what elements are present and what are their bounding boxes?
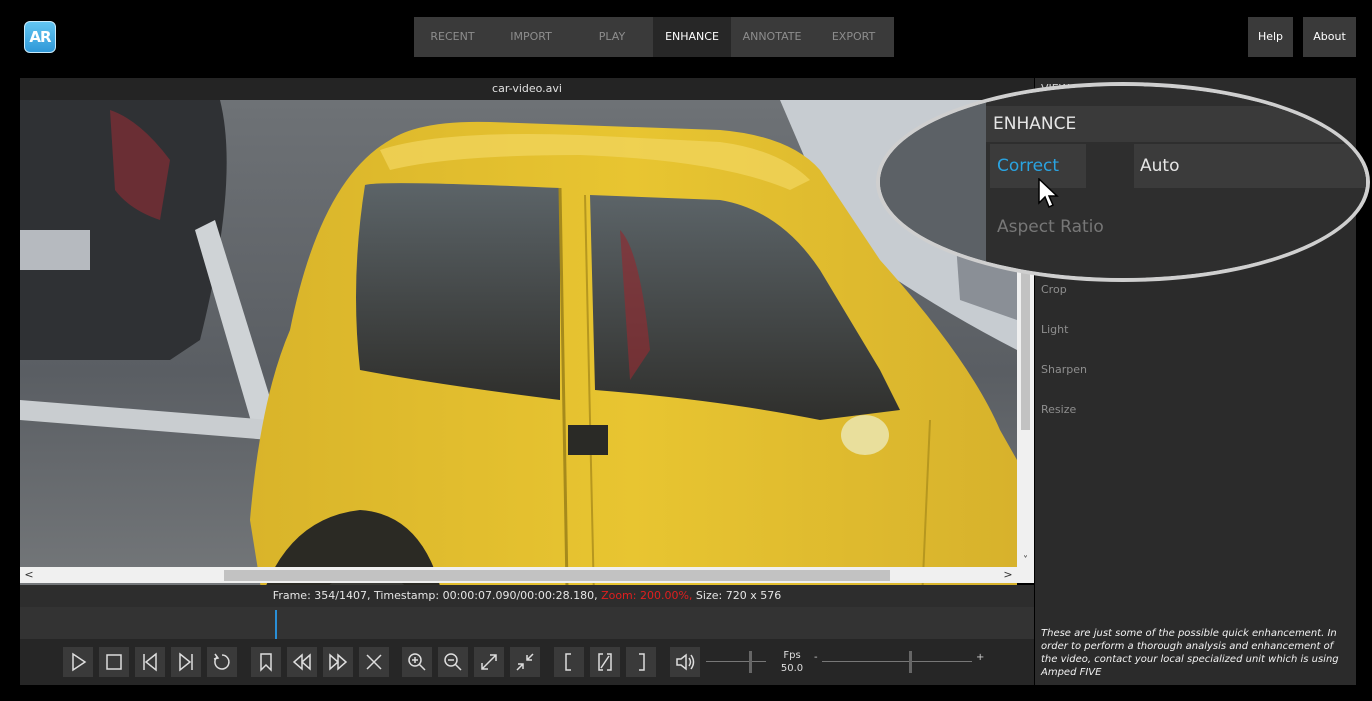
loop-button[interactable] bbox=[207, 647, 237, 677]
scrollbar-corner bbox=[1017, 567, 1034, 583]
previous-frame-button[interactable] bbox=[135, 647, 165, 677]
help-button[interactable]: Help bbox=[1248, 17, 1293, 57]
zoom-in-icon bbox=[408, 653, 426, 671]
zoom-info: Zoom: 200.00%, bbox=[601, 589, 693, 602]
mark-range-icon bbox=[598, 653, 612, 671]
zoom-out-icon bbox=[444, 653, 462, 671]
stop-button[interactable] bbox=[99, 647, 129, 677]
playback-controls: Fps 50.0 - + bbox=[20, 639, 1034, 685]
enhance-header: ENHANCE bbox=[986, 106, 1366, 142]
fps-display: Fps 50.0 bbox=[772, 649, 812, 675]
magnified-video-edge bbox=[880, 86, 988, 278]
rewind-button[interactable] bbox=[287, 647, 317, 677]
mark-in-icon bbox=[565, 653, 571, 671]
zoom-in-button[interactable] bbox=[402, 647, 432, 677]
bookmark-button[interactable] bbox=[251, 647, 281, 677]
app-logo: AR bbox=[24, 21, 56, 53]
main-navigation: RECENT IMPORT PLAY ENHANCE ANNOTATE EXPO… bbox=[414, 17, 894, 57]
previous-frame-icon bbox=[143, 652, 157, 672]
close-button[interactable] bbox=[359, 647, 389, 677]
mark-out-icon bbox=[639, 653, 645, 671]
size-info: Size: 720 x 576 bbox=[695, 589, 782, 602]
about-button[interactable]: About bbox=[1303, 17, 1356, 57]
mark-out-button[interactable] bbox=[626, 647, 656, 677]
speed-plus[interactable]: + bbox=[976, 652, 984, 663]
loop-icon bbox=[213, 653, 230, 670]
fit-to-window-button[interactable] bbox=[474, 647, 504, 677]
scroll-left-arrow[interactable]: < bbox=[22, 567, 36, 583]
car-video-frame-image bbox=[20, 100, 1017, 645]
actual-size-icon bbox=[516, 653, 534, 671]
frame-status-bar: Frame: 354/1407, Timestamp: 00:00:07.090… bbox=[20, 585, 1034, 607]
fast-forward-icon bbox=[329, 653, 348, 671]
volume-button[interactable] bbox=[670, 647, 700, 677]
fast-forward-button[interactable] bbox=[323, 647, 353, 677]
app-window: AR RECENT IMPORT PLAY ENHANCE ANNOTATE E… bbox=[0, 0, 1372, 701]
stop-icon bbox=[106, 654, 122, 670]
mark-in-button[interactable] bbox=[554, 647, 584, 677]
speed-minus[interactable]: - bbox=[814, 652, 818, 663]
tab-play[interactable]: PLAY bbox=[571, 17, 653, 57]
next-frame-icon bbox=[179, 652, 193, 672]
play-button[interactable] bbox=[63, 647, 93, 677]
fps-value: 50.0 bbox=[780, 663, 804, 674]
horizontal-scroll-thumb[interactable] bbox=[224, 570, 890, 581]
speed-slider-knob[interactable] bbox=[909, 651, 912, 673]
tab-annotate[interactable]: ANNOTATE bbox=[731, 17, 813, 57]
scroll-right-arrow[interactable]: > bbox=[1001, 567, 1015, 583]
rewind-icon bbox=[292, 653, 311, 671]
tab-import[interactable]: IMPORT bbox=[491, 17, 571, 57]
actual-size-button[interactable] bbox=[510, 647, 540, 677]
mouse-pointer-icon bbox=[1038, 178, 1059, 209]
aspect-ratio-option[interactable]: Aspect Ratio bbox=[997, 217, 1104, 237]
magnified-enhance-panel: ENHANCE Correct Auto Aspect Ratio bbox=[986, 86, 1366, 278]
timeline[interactable] bbox=[20, 607, 1034, 639]
enhancement-note: These are just some of the possible quic… bbox=[1041, 628, 1339, 678]
tab-recent[interactable]: RECENT bbox=[414, 17, 491, 57]
zoom-out-button[interactable] bbox=[438, 647, 468, 677]
frame-info: Frame: 354/1407, Timestamp: 00:00:07.090… bbox=[272, 589, 598, 602]
volume-icon bbox=[676, 653, 695, 671]
close-icon bbox=[366, 654, 382, 670]
tab-export[interactable]: EXPORT bbox=[813, 17, 894, 57]
speed-slider[interactable] bbox=[822, 651, 972, 673]
fit-to-window-icon bbox=[481, 654, 497, 670]
enhance-item-resize[interactable]: Resize bbox=[1041, 403, 1076, 416]
tab-enhance[interactable]: ENHANCE bbox=[653, 17, 731, 57]
enhance-item-crop[interactable]: Crop bbox=[1041, 283, 1067, 296]
mark-range-button[interactable] bbox=[590, 647, 620, 677]
auto-button[interactable]: Auto bbox=[1134, 144, 1366, 188]
magnifier-callout: ENHANCE Correct Auto Aspect Ratio bbox=[876, 82, 1370, 282]
enhance-item-sharpen[interactable]: Sharpen bbox=[1041, 363, 1087, 376]
bookmark-icon bbox=[260, 653, 272, 672]
volume-slider-knob[interactable] bbox=[749, 651, 752, 673]
fps-label: Fps bbox=[783, 650, 801, 661]
video-frame[interactable] bbox=[20, 100, 1017, 645]
enhance-item-light[interactable]: Light bbox=[1041, 323, 1068, 336]
timeline-cursor[interactable] bbox=[275, 610, 277, 639]
volume-slider[interactable] bbox=[706, 651, 766, 673]
next-frame-button[interactable] bbox=[171, 647, 201, 677]
horizontal-scrollbar[interactable]: < > bbox=[20, 567, 1017, 583]
play-icon bbox=[72, 652, 87, 672]
scroll-down-arrow[interactable]: ˅ bbox=[1017, 555, 1034, 566]
